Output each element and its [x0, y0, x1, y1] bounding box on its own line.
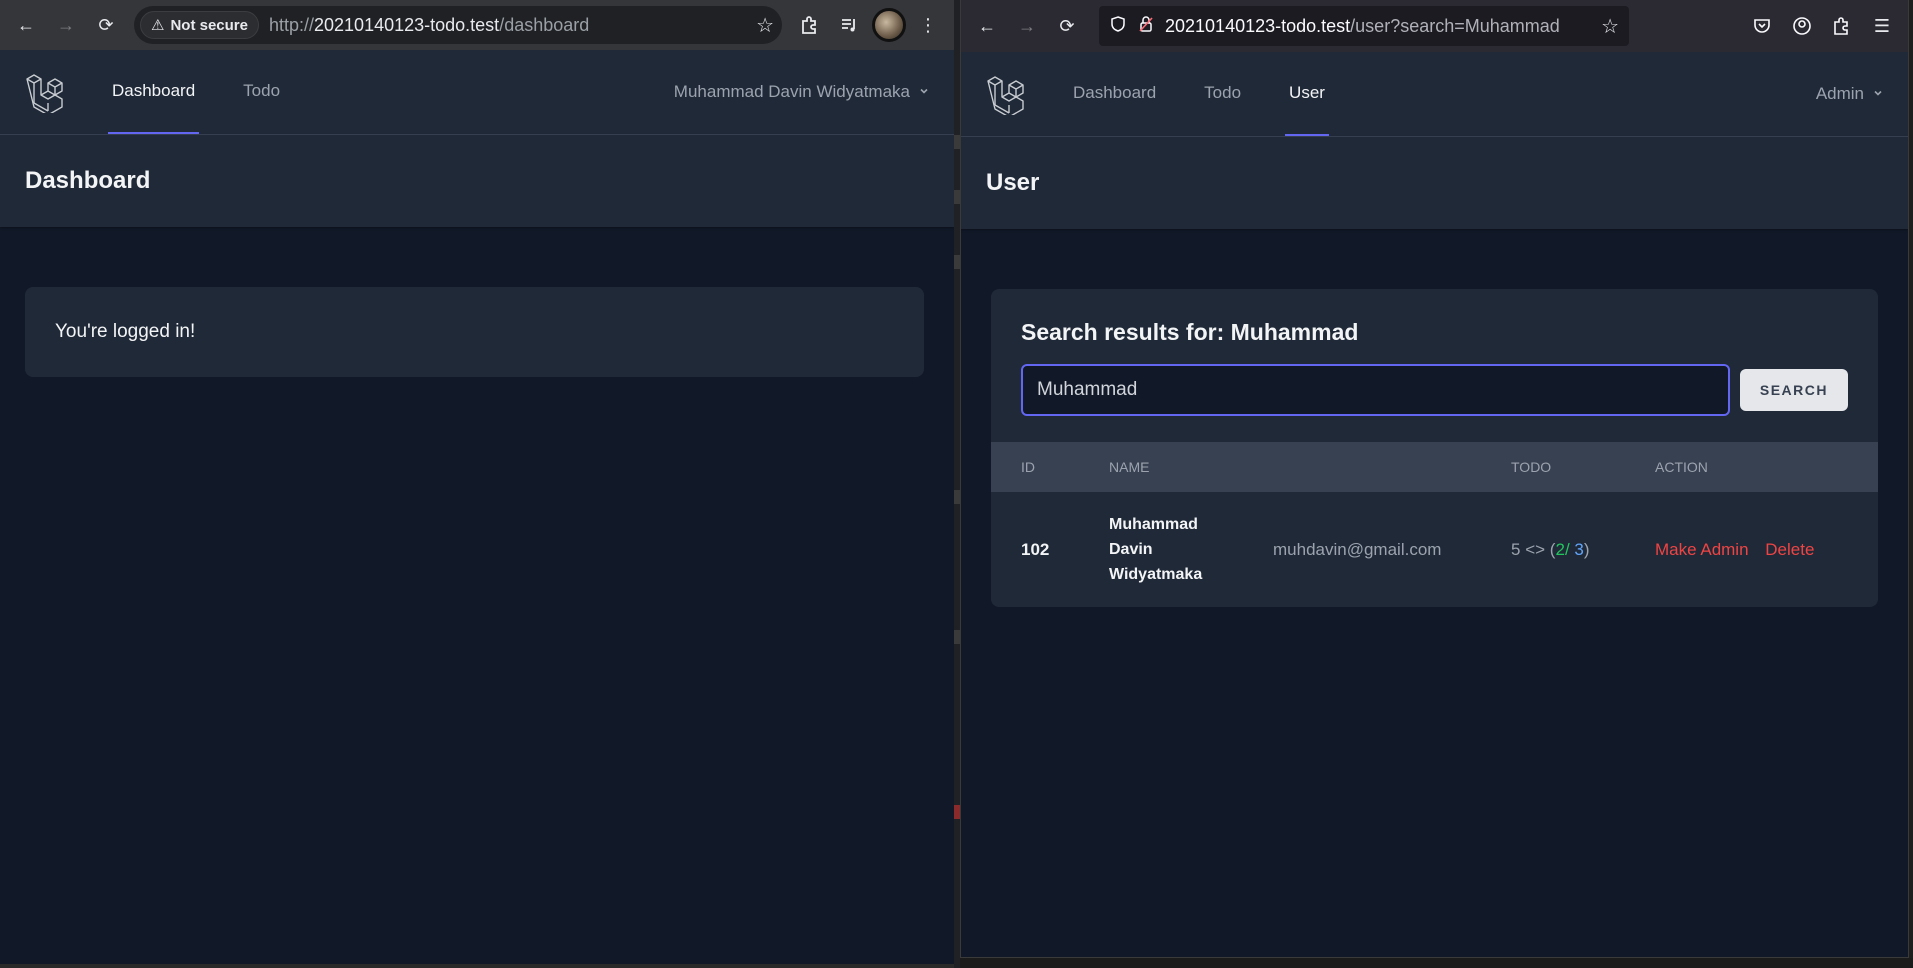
- todo-done-count: 2: [1555, 539, 1565, 559]
- security-label: Not secure: [170, 16, 248, 34]
- user-name-line: Muhammad: [1109, 516, 1198, 533]
- desktop-bottom-edge: [0, 964, 954, 968]
- logged-in-message: You're logged in!: [55, 321, 196, 342]
- column-header-todo: TODO: [1511, 459, 1552, 475]
- status-card: You're logged in!: [25, 287, 924, 377]
- nav-dashboard[interactable]: Dashboard: [108, 50, 200, 134]
- column-header-id: ID: [1021, 459, 1035, 475]
- shield-icon[interactable]: [1109, 15, 1127, 38]
- warning-icon: ⚠: [151, 17, 165, 34]
- address-bar[interactable]: 20210140123-todo.test/user?search=Muhamm…: [1099, 6, 1629, 46]
- laravel-logo-icon[interactable]: [985, 52, 1029, 136]
- pocket-icon[interactable]: [1744, 8, 1780, 44]
- todo-stats: 5 <> (2/ 3): [1511, 492, 1655, 607]
- user-name-cell: Muhammad Davin Widyatmaka: [1079, 492, 1273, 607]
- column-header-email: [1273, 442, 1511, 492]
- right-browser-window: ← → ⟳ 20210140123-todo.test/user?search=…: [960, 0, 1909, 958]
- action-cell: Make Admin Delete: [1655, 492, 1878, 607]
- nav-user[interactable]: User: [1285, 52, 1329, 136]
- firefox-toolbar: ← → ⟳ 20210140123-todo.test/user?search=…: [961, 0, 1908, 52]
- kebab-menu-icon[interactable]: ⋮: [910, 7, 946, 43]
- delete-button[interactable]: Delete: [1765, 540, 1814, 559]
- table-header-row: ID NAME TODO ACTION: [991, 442, 1878, 492]
- reload-icon[interactable]: ⟳: [88, 7, 124, 43]
- search-form: SEARCH: [991, 346, 1878, 442]
- url-path: /user?search=Muhammad: [1350, 15, 1560, 36]
- nav-dashboard[interactable]: Dashboard: [1069, 52, 1160, 136]
- chevron-down-icon: [918, 82, 930, 102]
- users-table: ID NAME TODO ACTION 102 Muhammad Davin W…: [991, 442, 1878, 607]
- user-name: Admin: [1815, 84, 1864, 103]
- app-navigation: Dashboard Todo Muhammad Davin Widyatmaka: [0, 50, 954, 135]
- page-header: Dashboard: [0, 135, 954, 227]
- user-dropdown[interactable]: Muhammad Davin Widyatmaka: [674, 50, 930, 134]
- nav-todo[interactable]: Todo: [1200, 52, 1245, 136]
- search-button[interactable]: SEARCH: [1739, 369, 1848, 411]
- todo-slash: /: [1564, 539, 1570, 559]
- user-name: Muhammad Davin Widyatmaka: [673, 82, 910, 101]
- chrome-toolbar: ← → ⟳ ⚠ Not secure http://20210140123-to…: [0, 0, 954, 50]
- search-results-card: Search results for: Muhammad SEARCH ID N…: [991, 289, 1878, 607]
- user-email: muhdavin@gmail.com: [1273, 539, 1442, 559]
- desktop-bottom-strip: [960, 958, 1913, 968]
- page-title: Dashboard: [25, 167, 151, 194]
- user-id: 102: [1021, 539, 1050, 559]
- url-scheme: http://: [268, 14, 315, 35]
- reload-icon[interactable]: ⟳: [1049, 8, 1085, 44]
- bookmark-star-icon[interactable]: ☆: [756, 13, 774, 38]
- todo-close-paren: ): [1583, 539, 1590, 559]
- user-dropdown[interactable]: Admin: [1816, 52, 1884, 136]
- page-header: User: [961, 137, 1908, 229]
- account-icon[interactable]: [1784, 8, 1820, 44]
- security-chip[interactable]: ⚠ Not secure: [140, 11, 259, 39]
- nav-todo[interactable]: Todo: [239, 50, 284, 134]
- todo-separator: <>: [1525, 539, 1546, 559]
- url-text[interactable]: 20210140123-todo.test/user?search=Muhamm…: [1165, 16, 1591, 37]
- address-bar[interactable]: ⚠ Not secure http://20210140123-todo.tes…: [134, 6, 782, 44]
- chevron-down-icon: [1872, 84, 1884, 104]
- insecure-lock-icon[interactable]: [1137, 15, 1155, 38]
- make-admin-button[interactable]: Make Admin: [1655, 540, 1749, 559]
- column-header-action: ACTION: [1655, 459, 1708, 475]
- forward-icon[interactable]: →: [1009, 8, 1045, 44]
- bookmark-star-icon[interactable]: ☆: [1601, 14, 1619, 39]
- table-row: 102 Muhammad Davin Widyatmaka muhdavin@g…: [991, 492, 1878, 607]
- extensions-icon[interactable]: [792, 7, 828, 43]
- search-results-title: Search results for: Muhammad: [1021, 319, 1359, 345]
- laravel-logo-icon[interactable]: [24, 50, 68, 134]
- back-icon[interactable]: ←: [8, 7, 44, 43]
- left-browser-window: ← → ⟳ ⚠ Not secure http://20210140123-to…: [0, 0, 954, 968]
- user-name-line: Widyatmaka: [1109, 566, 1203, 583]
- app-navigation: Dashboard Todo User Admin: [961, 52, 1908, 137]
- back-icon[interactable]: ←: [969, 8, 1005, 44]
- user-name-line: Davin: [1109, 541, 1153, 558]
- url-path: /dashboard: [499, 14, 590, 35]
- todo-total: 5: [1511, 539, 1521, 559]
- page-title: User: [986, 169, 1040, 196]
- forward-icon[interactable]: →: [48, 7, 84, 43]
- hamburger-menu-icon[interactable]: ☰: [1864, 8, 1900, 44]
- url-host: 20210140123-todo.test: [314, 14, 500, 35]
- search-input[interactable]: [1021, 364, 1730, 416]
- url-host: 20210140123-todo.test: [1165, 15, 1351, 36]
- extensions-icon[interactable]: [1824, 8, 1860, 44]
- todo-pending-count: 3: [1574, 539, 1584, 559]
- media-control-icon[interactable]: [832, 7, 868, 43]
- profile-avatar[interactable]: [872, 8, 906, 42]
- column-header-name: NAME: [1109, 459, 1150, 475]
- url-text[interactable]: http://20210140123-todo.test/dashboard: [269, 15, 756, 36]
